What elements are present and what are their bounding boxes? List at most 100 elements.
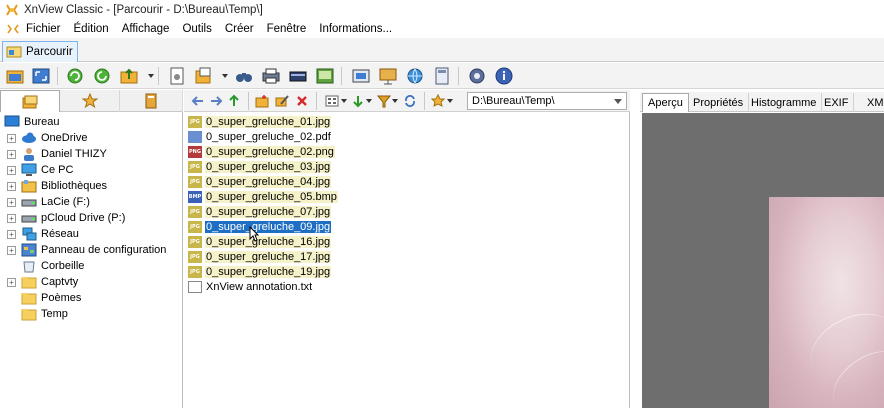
expand-toggle[interactable]: +	[7, 165, 16, 175]
expand-toggle[interactable]: +	[7, 181, 16, 191]
file-item[interactable]: XnView annotation.txt	[188, 279, 313, 294]
slideshow-icon[interactable]	[314, 65, 336, 87]
tree-item-daniel-thizy[interactable]: + Daniel THIZY	[7, 146, 107, 162]
view-mode-dropdown-arrow[interactable]	[341, 99, 347, 103]
file-item[interactable]: JPG 0_super_greluche_03.jpg	[188, 159, 332, 174]
path-value: D:\Bureau\Temp\	[472, 95, 555, 107]
expand-toggle[interactable]: +	[7, 229, 16, 239]
new-folder-icon[interactable]	[254, 93, 270, 109]
file-name: 0_super_greluche_05.bmp	[205, 190, 338, 203]
file-name: 0_super_greluche_01.jpg	[205, 115, 332, 128]
tree-item-bibliotheques[interactable]: + Bibliothèques	[7, 178, 107, 194]
expand-toggle[interactable]: +	[7, 277, 16, 287]
menu-edition[interactable]: Édition	[74, 22, 109, 36]
settings-gear-icon[interactable]	[466, 65, 488, 87]
tree-item-bureau[interactable]: Bureau	[4, 114, 59, 130]
document-icon[interactable]	[166, 65, 188, 87]
file-item[interactable]: JPG 0_super_greluche_16.jpg	[188, 234, 332, 249]
folder-tree-pane: Bureau + OneDrive + Daniel THIZY + Ce PC…	[0, 90, 183, 408]
menu-creer[interactable]: Créer	[225, 22, 254, 36]
preview-area[interactable]	[642, 113, 884, 408]
rename-icon[interactable]	[274, 93, 290, 109]
menu-fenetre[interactable]: Fenêtre	[267, 22, 307, 36]
expand-toggle[interactable]: +	[7, 197, 16, 207]
tree-item-captvty[interactable]: + Captvty	[7, 274, 78, 290]
sort-icon[interactable]	[350, 93, 366, 109]
tab-parcourir[interactable]: Parcourir	[2, 41, 78, 62]
tab-histogramme[interactable]: Histogramme	[746, 93, 823, 112]
refresh-icon[interactable]	[64, 65, 86, 87]
file-item[interactable]: BMP 0_super_greluche_05.bmp	[188, 189, 338, 204]
file-name: 0_super_greluche_04.jpg	[205, 175, 332, 188]
tab-exif[interactable]: EXIF	[819, 93, 855, 112]
favorites-tab[interactable]	[60, 90, 120, 112]
menu-affichage[interactable]: Affichage	[122, 22, 170, 36]
expand-toggle[interactable]: +	[7, 149, 16, 159]
file-item[interactable]: JPG 0_super_greluche_09.jpg	[188, 219, 333, 234]
system-menu-icon[interactable]	[6, 22, 20, 36]
file-item[interactable]: JPG 0_super_greluche_19.jpg	[188, 264, 332, 279]
tree-item-lacie[interactable]: + LaCie (F:)	[7, 194, 90, 210]
file-item[interactable]: 0_super_greluche_02.pdf	[188, 129, 332, 144]
presentation-icon[interactable]	[377, 65, 399, 87]
user-icon	[24, 148, 34, 161]
tree-item-onedrive[interactable]: + OneDrive	[7, 130, 87, 146]
tree-item-corbeille[interactable]: Corbeille	[21, 258, 84, 274]
up-folder-dropdown-arrow[interactable]	[148, 74, 154, 78]
file-item[interactable]: PNG 0_super_greluche_02.png	[188, 144, 335, 159]
categories-tab[interactable]	[120, 90, 183, 112]
calculator-icon[interactable]	[431, 65, 453, 87]
copy-to-dropdown-arrow[interactable]	[222, 74, 228, 78]
preview-image	[769, 197, 884, 408]
forward-arrow-icon[interactable]	[208, 93, 224, 109]
favorite-star-icon[interactable]	[430, 93, 446, 109]
file-item[interactable]: JPG 0_super_greluche_17.jpg	[188, 249, 332, 264]
info-icon[interactable]	[493, 65, 515, 87]
fullscreen-icon[interactable]	[30, 65, 52, 87]
expand-toggle[interactable]: +	[7, 245, 16, 255]
scanner-icon[interactable]	[287, 65, 309, 87]
expand-toggle[interactable]: +	[7, 133, 16, 143]
view-mode-icon[interactable]	[324, 93, 340, 109]
sort-dropdown-arrow[interactable]	[366, 99, 372, 103]
binoculars-icon[interactable]	[233, 65, 255, 87]
globe-web-icon[interactable]	[404, 65, 426, 87]
jpg-file-icon: JPG	[188, 250, 202, 263]
tab-xmp[interactable]: XM	[862, 93, 884, 112]
tree-item-poemes[interactable]: Poèmes	[21, 290, 81, 306]
tab-apercu[interactable]: Aperçu	[642, 93, 689, 112]
tree-item-reseau[interactable]: + Réseau	[7, 226, 79, 242]
menu-informations[interactable]: Informations...	[319, 22, 392, 36]
back-arrow-icon[interactable]	[190, 93, 206, 109]
file-item[interactable]: JPG 0_super_greluche_04.jpg	[188, 174, 332, 189]
up-arrow-icon[interactable]	[226, 93, 242, 109]
up-folder-icon[interactable]	[118, 65, 140, 87]
folders-tab[interactable]	[0, 90, 60, 112]
favorite-dropdown-arrow[interactable]	[447, 99, 453, 103]
file-item[interactable]: JPG 0_super_greluche_07.jpg	[188, 204, 332, 219]
preview-pane: Aperçu Propriétés Histogramme EXIF XM	[640, 90, 884, 408]
delete-icon[interactable]	[294, 93, 310, 109]
menu-outils[interactable]: Outils	[182, 22, 211, 36]
path-dropdown-arrow[interactable]	[614, 99, 622, 104]
print-icon[interactable]	[260, 65, 282, 87]
tree-item-ce-pc[interactable]: + Ce PC	[7, 162, 73, 178]
menu-bar: Fichier Édition Affichage Outils Créer F…	[0, 20, 884, 38]
open-folder-icon[interactable]	[4, 65, 26, 87]
tree-item-panneau-config[interactable]: + Panneau de configuration	[7, 242, 166, 258]
tab-proprietes[interactable]: Propriétés	[688, 93, 750, 112]
expand-toggle[interactable]: +	[7, 213, 16, 223]
refresh-list-icon[interactable]	[402, 93, 418, 109]
drive-icon	[21, 199, 37, 207]
file-item[interactable]: JPG 0_super_greluche_01.jpg	[188, 114, 332, 129]
menu-fichier[interactable]: Fichier	[26, 22, 61, 36]
filter-icon[interactable]	[376, 93, 392, 109]
tree-item-temp[interactable]: Temp	[21, 306, 68, 322]
path-combo-box[interactable]: D:\Bureau\Temp\	[467, 92, 627, 110]
copy-to-icon[interactable]	[193, 65, 215, 87]
capture-icon[interactable]	[350, 65, 372, 87]
filter-dropdown-arrow[interactable]	[392, 99, 398, 103]
pdf-file-icon	[188, 130, 202, 143]
tree-item-pcloud[interactable]: + pCloud Drive (P:)	[7, 210, 125, 226]
rotate-icon[interactable]	[91, 65, 113, 87]
